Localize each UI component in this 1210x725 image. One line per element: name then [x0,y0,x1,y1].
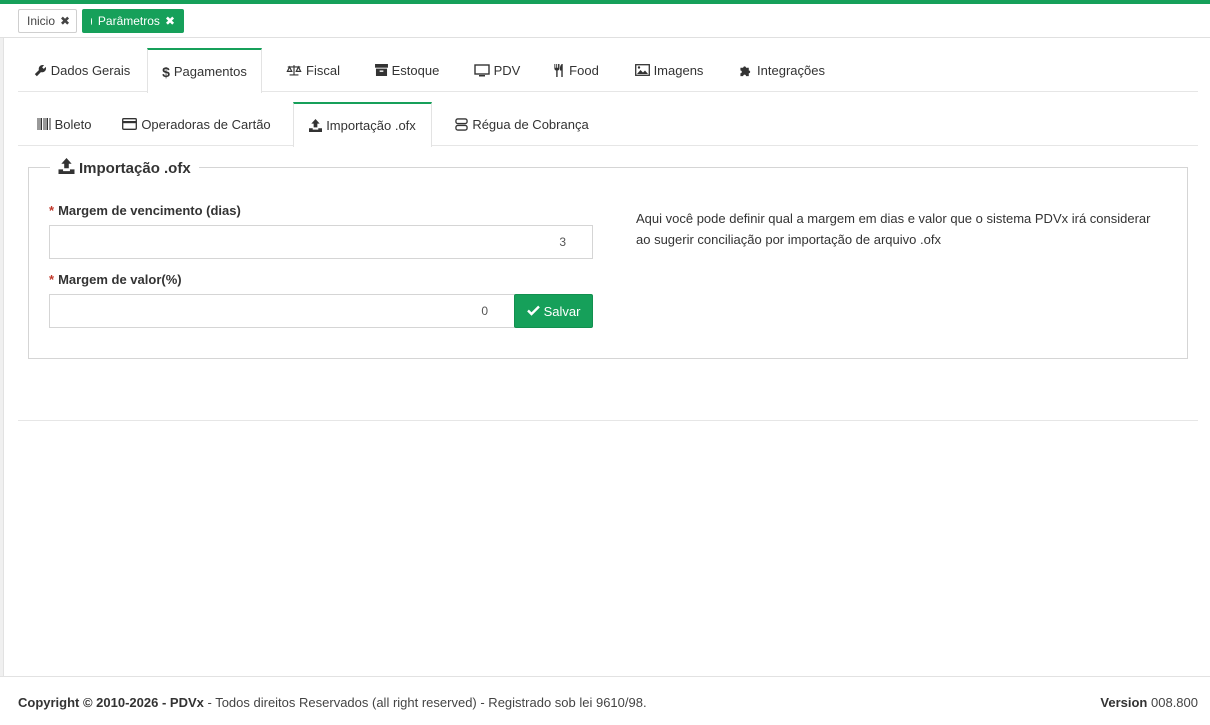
help-text: Aqui você pode definir qual a margem em … [636,211,1151,247]
tab-label: Imagens [653,62,704,78]
tab-estoque[interactable]: Estoque [364,48,450,92]
server-icon [455,117,469,131]
image-icon [634,64,650,76]
barcode-icon [37,118,51,130]
page-tab-label: Parâmetros [97,14,160,28]
close-icon[interactable]: ✖ [165,14,175,28]
margem-valor-input[interactable] [49,294,515,328]
required-mark: * [49,272,55,287]
version-label: Version [1100,695,1148,710]
wrench-icon [34,64,47,77]
margem-vencimento-label: * Margem de vencimento (dias) [49,203,241,218]
tab-dados-gerais[interactable]: Dados Gerais [22,48,142,92]
field-label-text: Margem de vencimento (dias) [58,203,241,218]
copyright-text: - Todos direitos Reservados (all right r… [203,695,647,710]
footer-version: Version 008.800 [1100,695,1198,710]
save-button-label: Salvar [543,303,581,319]
tab-label: Dados Gerais [50,62,131,78]
tab-fiscal[interactable]: Fiscal [272,48,354,92]
tab-label: Fiscal [306,62,340,78]
utensils-icon [553,63,565,77]
upload-icon [58,158,79,178]
margem-valor-label: * Margem de valor(%) [49,272,182,287]
required-mark: * [49,203,55,218]
upload-icon [309,119,323,132]
page-tab-parametros[interactable]: Parâmetros ✖ [82,9,184,33]
panel-legend: Importação .ofx [50,156,199,180]
panel-title: Importação .ofx [79,159,191,177]
tab-label: Pagamentos [173,64,247,79]
archive-icon [374,64,388,76]
tab-food[interactable]: Food [544,48,608,92]
close-icon[interactable]: ✖ [60,14,70,28]
version-value: 008.800 [1151,695,1198,710]
footer: Copyright © 2010-2026 - PDVx - Todos dir… [0,676,1210,725]
active-dot-icon [91,17,92,25]
footer-copyright: Copyright © 2010-2026 - PDVx - Todos dir… [18,695,647,710]
tab-boleto[interactable]: Boleto [22,102,106,146]
credit-card-icon [122,118,138,130]
field-label-text: Margem de valor(%) [58,272,182,287]
tab-regua-cobranca[interactable]: Régua de Cobrança [442,102,602,146]
copyright-bold: Copyright © 2010-2026 - PDVx [18,695,204,710]
check-icon [526,304,544,319]
save-button[interactable]: Salvar [514,294,593,328]
tab-label: Food [569,62,599,78]
main-tab-bar: Dados Gerais $ Pagamentos Fiscal Estoque… [18,48,1198,93]
tab-label: Boleto [54,116,92,132]
page-tab-label: Inicio [27,14,56,28]
tab-label: Régua de Cobrança [472,116,589,132]
ofx-import-panel [28,167,1188,359]
page-tab-bar: Inicio ✖ Parâmetros ✖ [0,4,1210,38]
monitor-icon [473,63,490,77]
balance-scale-icon [286,64,302,77]
tab-label: Operadoras de Cartão [141,116,271,132]
tab-label: Importação .ofx [326,118,416,133]
tab-operadoras-cartao[interactable]: Operadoras de Cartão [114,102,279,146]
page-tab-inicio[interactable]: Inicio ✖ [18,9,77,33]
tab-pagamentos[interactable]: $ Pagamentos [147,48,262,93]
puzzle-icon [739,64,753,77]
tab-integracoes[interactable]: Integrações [724,48,840,92]
content-divider [18,420,1198,421]
tab-label: Estoque [391,62,440,78]
tab-importacao-ofx[interactable]: Importação .ofx [293,102,432,147]
dollar-icon: $ [162,63,170,80]
tab-label: PDV [493,62,521,78]
tab-pdv[interactable]: PDV [460,48,534,92]
margem-vencimento-input[interactable] [49,225,593,259]
tab-imagens[interactable]: Imagens [624,48,714,92]
tab-label: Integrações [757,62,825,78]
left-rail [0,38,4,725]
sub-tab-bar: Boleto Operadoras de Cartão Importação .… [18,102,1198,147]
